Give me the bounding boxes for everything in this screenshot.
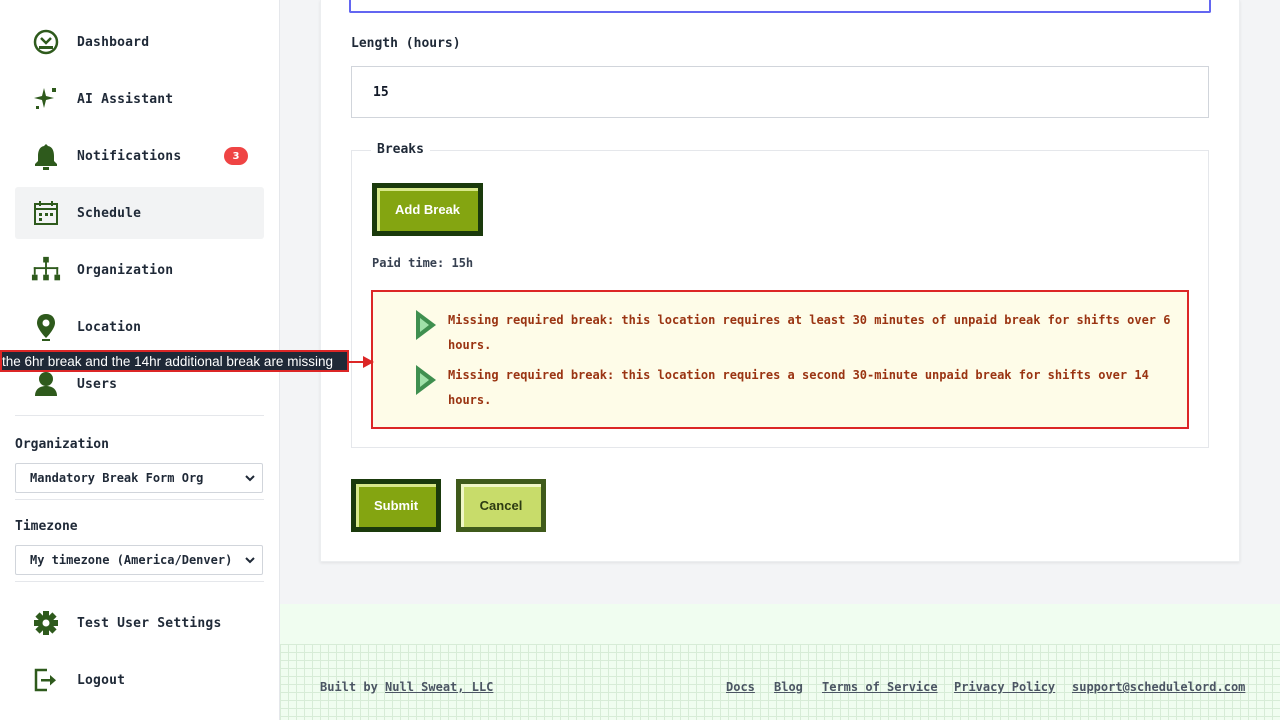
sidebar-item-label: AI Assistant bbox=[77, 91, 174, 107]
logout-icon bbox=[31, 665, 61, 695]
footer-spacer bbox=[280, 604, 1280, 644]
built-by-text: Built by Null Sweat, LLC bbox=[320, 680, 493, 694]
sidebar-item-label: Dashboard bbox=[77, 34, 150, 50]
dashboard-icon bbox=[31, 27, 61, 57]
warning-arrow-icon bbox=[416, 308, 436, 342]
gear-icon bbox=[31, 608, 61, 638]
notification-count-badge: 3 bbox=[224, 147, 248, 165]
sidebar-item-schedule[interactable]: Schedule bbox=[15, 187, 264, 239]
add-break-button[interactable]: Add Break bbox=[372, 183, 483, 236]
sidebar-item-label: Organization bbox=[77, 262, 174, 278]
sidebar-item-label: Users bbox=[77, 376, 118, 392]
sidebar-item-label: Location bbox=[77, 319, 142, 335]
length-hours-value: 15 bbox=[373, 84, 389, 100]
organization-select[interactable]: Mandatory Break Form Org bbox=[15, 463, 263, 493]
sidebar-item-location[interactable]: Location bbox=[15, 301, 264, 353]
submit-button[interactable]: Submit bbox=[351, 479, 441, 532]
footer-link-docs[interactable]: Docs bbox=[726, 680, 755, 694]
calendar-icon bbox=[31, 198, 61, 228]
footer-link-support-email[interactable]: support@schedulelord.com bbox=[1072, 680, 1245, 694]
sidebar-item-dashboard[interactable]: Dashboard bbox=[15, 16, 264, 68]
chevron-down-icon bbox=[244, 472, 256, 487]
footer-link-terms[interactable]: Terms of Service bbox=[822, 680, 938, 694]
alert-text: Missing required break: this location re… bbox=[448, 313, 1171, 352]
sidebar-item-notifications[interactable]: Notifications 3 bbox=[15, 130, 264, 182]
sidebar-divider bbox=[15, 499, 264, 500]
warning-arrow-icon bbox=[416, 363, 436, 397]
timezone-select-value: My timezone (America/Denver) bbox=[30, 553, 233, 567]
sidebar-item-test-user-settings[interactable]: Test User Settings bbox=[15, 597, 264, 649]
chevron-down-icon bbox=[244, 554, 256, 569]
timezone-select[interactable]: My timezone (America/Denver) bbox=[15, 545, 263, 575]
user-icon bbox=[31, 369, 61, 399]
annotation-arrow-icon bbox=[349, 354, 375, 373]
annotation-callout: the 6hr break and the 14hr additional br… bbox=[0, 350, 349, 372]
organization-label: Organization bbox=[15, 437, 109, 452]
footer-link-blog[interactable]: Blog bbox=[774, 680, 803, 694]
sidebar-item-ai-assistant[interactable]: AI Assistant bbox=[15, 73, 264, 125]
paid-time-text: Paid time: 15h bbox=[372, 256, 474, 270]
sidebar-item-label: Logout bbox=[77, 672, 126, 688]
null-sweat-link[interactable]: Null Sweat, LLC bbox=[385, 680, 493, 694]
alert-text: Missing required break: this location re… bbox=[448, 368, 1149, 407]
sidebar-item-label: Test User Settings bbox=[77, 615, 222, 631]
breaks-legend: Breaks bbox=[371, 142, 430, 157]
sidebar-item-label: Notifications bbox=[77, 148, 182, 164]
cancel-button[interactable]: Cancel bbox=[456, 479, 546, 532]
sidebar-divider bbox=[15, 415, 264, 416]
footer-link-privacy[interactable]: Privacy Policy bbox=[954, 680, 1055, 694]
footer: Built by Null Sweat, LLC Docs Blog Terms… bbox=[280, 604, 1280, 720]
previous-field-input[interactable] bbox=[349, 0, 1211, 13]
bell-icon bbox=[31, 141, 61, 171]
organization-select-value: Mandatory Break Form Org bbox=[30, 471, 204, 485]
alert-item: Missing required break: this location re… bbox=[416, 363, 1176, 413]
length-hours-input[interactable]: 15 bbox=[351, 66, 1209, 118]
timezone-label: Timezone bbox=[15, 519, 78, 534]
sidebar-item-logout[interactable]: Logout bbox=[15, 654, 264, 706]
org-chart-icon bbox=[31, 255, 61, 285]
length-hours-label: Length (hours) bbox=[351, 36, 461, 51]
map-pin-icon bbox=[31, 312, 61, 342]
sidebar-item-label: Schedule bbox=[77, 205, 142, 221]
alert-item: Missing required break: this location re… bbox=[416, 308, 1176, 358]
built-by-prefix: Built by bbox=[320, 680, 386, 694]
sidebar-divider bbox=[15, 581, 264, 582]
sparkle-icon bbox=[31, 84, 61, 114]
sidebar-item-organization[interactable]: Organization bbox=[15, 244, 264, 296]
annotation-text: the 6hr break and the 14hr additional br… bbox=[2, 353, 333, 369]
